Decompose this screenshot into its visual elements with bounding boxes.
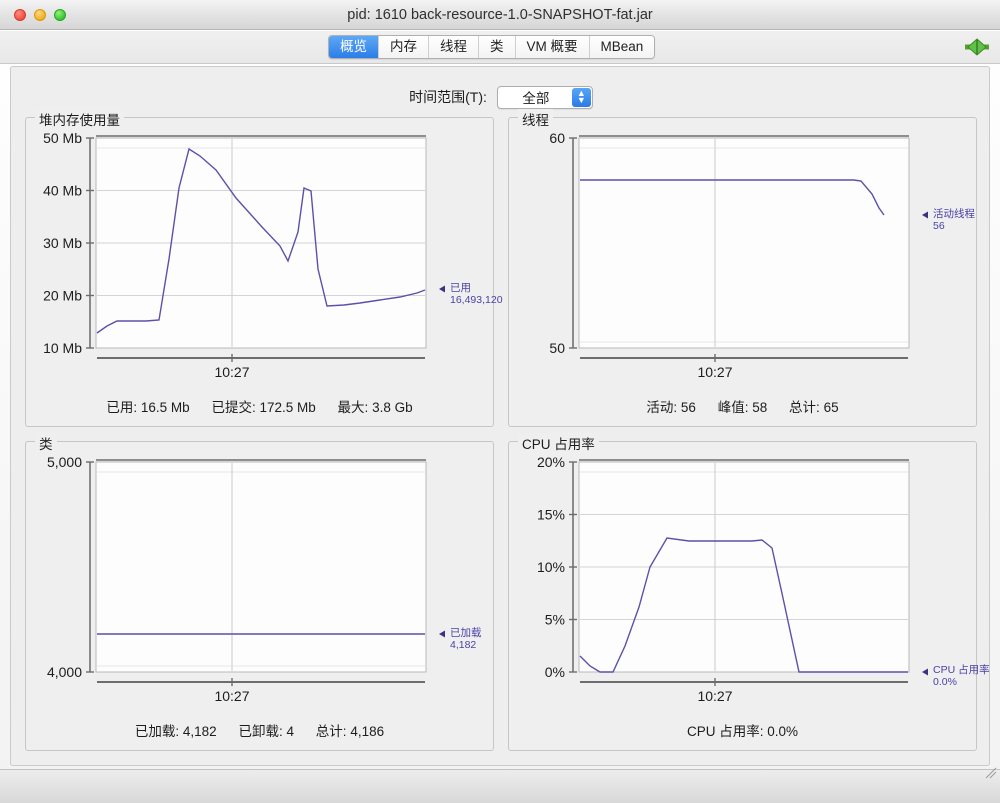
footer-classes-unloaded-value: 4 xyxy=(287,724,295,739)
footer-classes-loaded-label: 已加载: xyxy=(135,724,179,739)
footer-classes-unloaded: 已卸载: 4 xyxy=(238,724,297,739)
footer-cpu-usage-value: 0.0% xyxy=(767,724,798,739)
panel-heap-memory: 堆内存使用量 xyxy=(25,117,494,427)
time-range-combo[interactable]: 全部 ▲▼ xyxy=(497,86,593,109)
legend-classes-name: 已加载 xyxy=(450,627,482,639)
footer-heap-committed: 已提交: 172.5 Mb xyxy=(211,400,319,415)
status-bar xyxy=(0,769,1000,803)
legend-threads-value: 56 xyxy=(933,220,975,232)
svg-text:4,000: 4,000 xyxy=(47,664,82,680)
svg-text:5,000: 5,000 xyxy=(47,454,82,470)
title-bar: pid: 1610 back-resource-1.0-SNAPSHOT-fat… xyxy=(0,0,1000,30)
svg-text:10%: 10% xyxy=(537,559,565,575)
footer-heap-used-value: 16.5 Mb xyxy=(141,400,190,415)
legend-heap-name: 已用 xyxy=(450,282,471,294)
chart-cpu-usage[interactable]: 20% 15% 10% 5% 0% 10:27 xyxy=(509,454,976,706)
tab-bar: 概览 内存 线程 类 VM 概要 MBean xyxy=(0,31,1000,64)
footer-classes-total: 总计: 4,186 xyxy=(316,724,384,739)
svg-text:60: 60 xyxy=(549,130,565,146)
tab-memory[interactable]: 内存 xyxy=(379,36,429,58)
overview-panel: 时间范围(T): 全部 ▲▼ 堆内存使用量 xyxy=(10,66,990,766)
footer-threads-peak-label: 峰值: xyxy=(718,400,749,415)
plug-connector-icon[interactable] xyxy=(964,38,990,56)
footer-heap-used: 已用: 16.5 Mb xyxy=(106,400,193,415)
footer-threads-live-label: 活动: xyxy=(646,400,677,415)
footer-classes: 已加载: 4,182 已卸载: 4 总计: 4,186 xyxy=(26,720,493,740)
legend-threads-name: 活动线程 xyxy=(933,208,975,220)
stepper-chevrons-icon[interactable]: ▲▼ xyxy=(572,88,591,107)
footer-threads: 活动: 56 峰值: 58 总计: 65 xyxy=(509,396,976,416)
tab-vm-summary[interactable]: VM 概要 xyxy=(516,36,590,58)
footer-classes-loaded-value: 4,182 xyxy=(183,724,217,739)
legend-heap-value: 16,493,120 xyxy=(450,294,503,306)
svg-text:20 Mb: 20 Mb xyxy=(43,288,82,304)
svg-text:15%: 15% xyxy=(537,507,565,523)
footer-cpu-usage: CPU 占用率: 0.0% xyxy=(687,724,798,739)
legend-heap: 已用 16,493,120 xyxy=(450,282,503,306)
footer-heap-used-label: 已用: xyxy=(106,400,137,415)
footer-cpu: CPU 占用率: 0.0% xyxy=(509,720,976,740)
chart-threads[interactable]: 60 50 10:27 xyxy=(509,130,976,382)
footer-threads-total-value: 65 xyxy=(824,400,839,415)
window-title: pid: 1610 back-resource-1.0-SNAPSHOT-fat… xyxy=(0,0,1000,30)
svg-text:50: 50 xyxy=(549,340,565,356)
jconsole-window: pid: 1610 back-resource-1.0-SNAPSHOT-fat… xyxy=(0,0,1000,803)
svg-text:5%: 5% xyxy=(545,612,565,628)
panel-cpu-usage: CPU 占用率 xyxy=(508,441,977,751)
footer-heap-max: 最大: 3.8 Gb xyxy=(338,400,413,415)
charts-grid: 堆内存使用量 xyxy=(25,117,977,753)
footer-classes-loaded: 已加载: 4,182 xyxy=(135,724,221,739)
tab-group: 概览 内存 线程 类 VM 概要 MBean xyxy=(328,35,655,59)
footer-threads-live-value: 56 xyxy=(681,400,696,415)
legend-classes-value: 4,182 xyxy=(450,639,482,651)
legend-classes: 已加载 4,182 xyxy=(450,627,482,651)
panel-title-classes: 类 xyxy=(35,433,57,453)
footer-classes-total-label: 总计: xyxy=(316,724,347,739)
footer-heap-max-label: 最大: xyxy=(338,400,369,415)
panel-classes: 类 5,000 4,000 xyxy=(25,441,494,751)
footer-heap-committed-value: 172.5 Mb xyxy=(259,400,315,415)
footer-threads-peak-value: 58 xyxy=(752,400,767,415)
svg-text:40 Mb: 40 Mb xyxy=(43,183,82,199)
legend-cpu-name: CPU 占用率 xyxy=(933,664,990,676)
tab-threads[interactable]: 线程 xyxy=(429,36,479,58)
panel-title-cpu: CPU 占用率 xyxy=(518,433,599,453)
panel-threads: 线程 60 50 xyxy=(508,117,977,427)
footer-classes-total-value: 4,186 xyxy=(350,724,384,739)
svg-text:10 Mb: 10 Mb xyxy=(43,340,82,356)
footer-threads-total: 总计: 65 xyxy=(789,400,839,415)
tab-overview[interactable]: 概览 xyxy=(329,36,379,58)
chart-heap-memory[interactable]: 50 Mb 40 Mb 30 Mb 20 Mb 10 Mb 10:27 xyxy=(26,130,493,382)
svg-text:10:27: 10:27 xyxy=(697,364,732,380)
panel-title-threads: 线程 xyxy=(518,109,553,129)
footer-heap-committed-label: 已提交: xyxy=(211,400,255,415)
footer-classes-unloaded-label: 已卸载: xyxy=(238,724,282,739)
footer-cpu-usage-label: CPU 占用率: xyxy=(687,724,764,739)
svg-text:10:27: 10:27 xyxy=(697,688,732,704)
tab-mbean[interactable]: MBean xyxy=(590,36,655,58)
legend-threads: 活动线程 56 xyxy=(933,208,975,232)
footer-heap: 已用: 16.5 Mb 已提交: 172.5 Mb 最大: 3.8 Gb xyxy=(26,396,493,416)
legend-cpu-value: 0.0% xyxy=(933,676,990,688)
tab-classes[interactable]: 类 xyxy=(479,36,516,58)
svg-text:20%: 20% xyxy=(537,454,565,470)
svg-text:10:27: 10:27 xyxy=(214,688,249,704)
time-range-row: 时间范围(T): 全部 ▲▼ xyxy=(11,83,991,111)
svg-text:30 Mb: 30 Mb xyxy=(43,235,82,251)
svg-text:10:27: 10:27 xyxy=(214,364,249,380)
time-range-label: 时间范围(T): xyxy=(409,87,487,107)
panel-title-heap: 堆内存使用量 xyxy=(35,109,124,129)
resize-grip[interactable] xyxy=(983,765,997,779)
svg-text:50 Mb: 50 Mb xyxy=(43,130,82,146)
footer-threads-total-label: 总计: xyxy=(789,400,820,415)
footer-threads-live: 活动: 56 xyxy=(646,400,699,415)
chart-classes[interactable]: 5,000 4,000 10:27 xyxy=(26,454,493,706)
legend-cpu: CPU 占用率 0.0% xyxy=(933,664,990,688)
svg-text:0%: 0% xyxy=(545,664,565,680)
footer-heap-max-value: 3.8 Gb xyxy=(372,400,413,415)
footer-threads-peak: 峰值: 58 xyxy=(718,400,771,415)
